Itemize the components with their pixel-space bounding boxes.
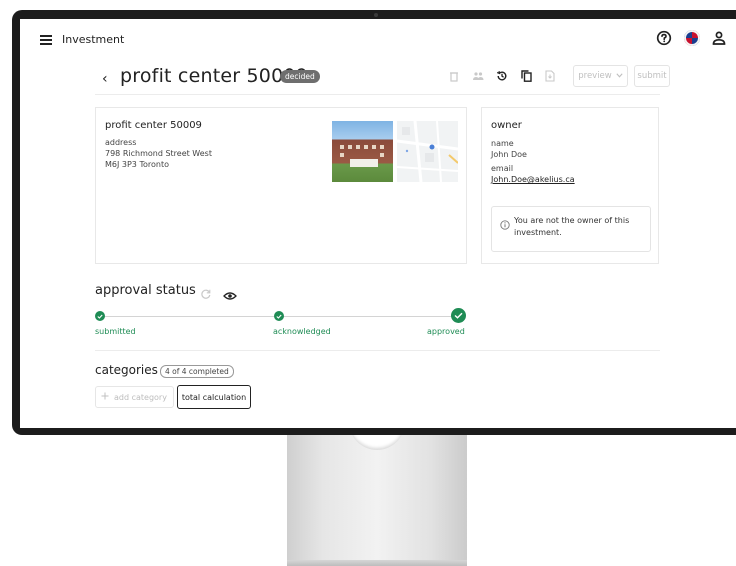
step-submitted-check-icon xyxy=(95,311,105,321)
categories-count-badge: 4 of 4 completed xyxy=(160,365,234,378)
delete-icon[interactable] xyxy=(443,65,465,87)
history-icon[interactable] xyxy=(491,65,513,87)
back-chevron-icon[interactable]: ‹ xyxy=(102,71,108,87)
step-label: acknowledged xyxy=(273,327,331,336)
step-acknowledged-check-icon xyxy=(274,311,284,321)
section-divider xyxy=(95,350,660,351)
owner-email-label: email xyxy=(491,164,514,173)
eye-icon[interactable] xyxy=(223,286,237,305)
property-name: profit center 50009 xyxy=(105,120,202,131)
owner-name-label: name xyxy=(491,139,514,148)
add-category-label: add category xyxy=(114,392,167,402)
property-photo[interactable] xyxy=(332,121,393,182)
page-toolbar: preview submit xyxy=(443,65,670,87)
chevron-down-icon xyxy=(616,71,623,81)
ownership-notice-text: You are not the owner of this investment… xyxy=(514,216,630,237)
copy-icon[interactable] xyxy=(515,65,537,87)
top-bar: Investment xyxy=(20,19,736,63)
owner-details: name John Doe email John.Doe@akelius.ca xyxy=(491,138,575,185)
location-map[interactable] xyxy=(397,121,458,182)
user-account-icon[interactable] xyxy=(712,30,726,46)
property-card: profit center 50009 address 798 Richmond… xyxy=(95,107,467,264)
add-category-button[interactable]: add category xyxy=(95,386,174,408)
preview-dropdown-button[interactable]: preview xyxy=(573,65,628,87)
top-bar-actions xyxy=(656,30,726,46)
address-block: address 798 Richmond Street West M6J 3P3… xyxy=(105,137,212,170)
app-screen: Investment ‹ profit center 50009 decided xyxy=(20,19,736,428)
step-approved-check-icon xyxy=(451,308,466,323)
refresh-icon[interactable] xyxy=(200,285,212,304)
address-label: address xyxy=(105,138,137,147)
address-line-1: 798 Richmond Street West xyxy=(105,149,212,158)
step-label: approved xyxy=(427,327,465,336)
status-badge: decided xyxy=(280,70,320,83)
monitor-camera xyxy=(374,13,378,17)
info-icon xyxy=(500,215,510,251)
address-line-2: M6J 3P3 Toronto xyxy=(105,160,169,169)
owner-email-link[interactable]: John.Doe@akelius.ca xyxy=(491,174,575,185)
language-flag-icon[interactable] xyxy=(684,30,700,46)
submit-button[interactable]: submit xyxy=(634,65,670,87)
preview-label: preview xyxy=(578,71,612,81)
app-title: Investment xyxy=(62,33,125,46)
help-icon[interactable] xyxy=(656,30,672,46)
export-file-icon[interactable] xyxy=(539,65,561,87)
hamburger-menu-icon[interactable] xyxy=(40,35,52,45)
header-divider xyxy=(95,94,660,95)
step-label: submitted xyxy=(95,327,136,336)
plus-icon xyxy=(101,392,109,402)
owner-card: owner name John Doe email John.Doe@akeli… xyxy=(481,107,659,264)
categories-title: categories xyxy=(95,363,158,377)
owner-title: owner xyxy=(491,120,522,131)
category-chip-total-calculation[interactable]: total calculation xyxy=(177,385,251,409)
team-icon[interactable] xyxy=(467,65,489,87)
approval-status-title: approval status xyxy=(95,283,196,298)
ownership-notice: You are not the owner of this investment… xyxy=(491,206,651,252)
owner-name: John Doe xyxy=(491,150,527,159)
